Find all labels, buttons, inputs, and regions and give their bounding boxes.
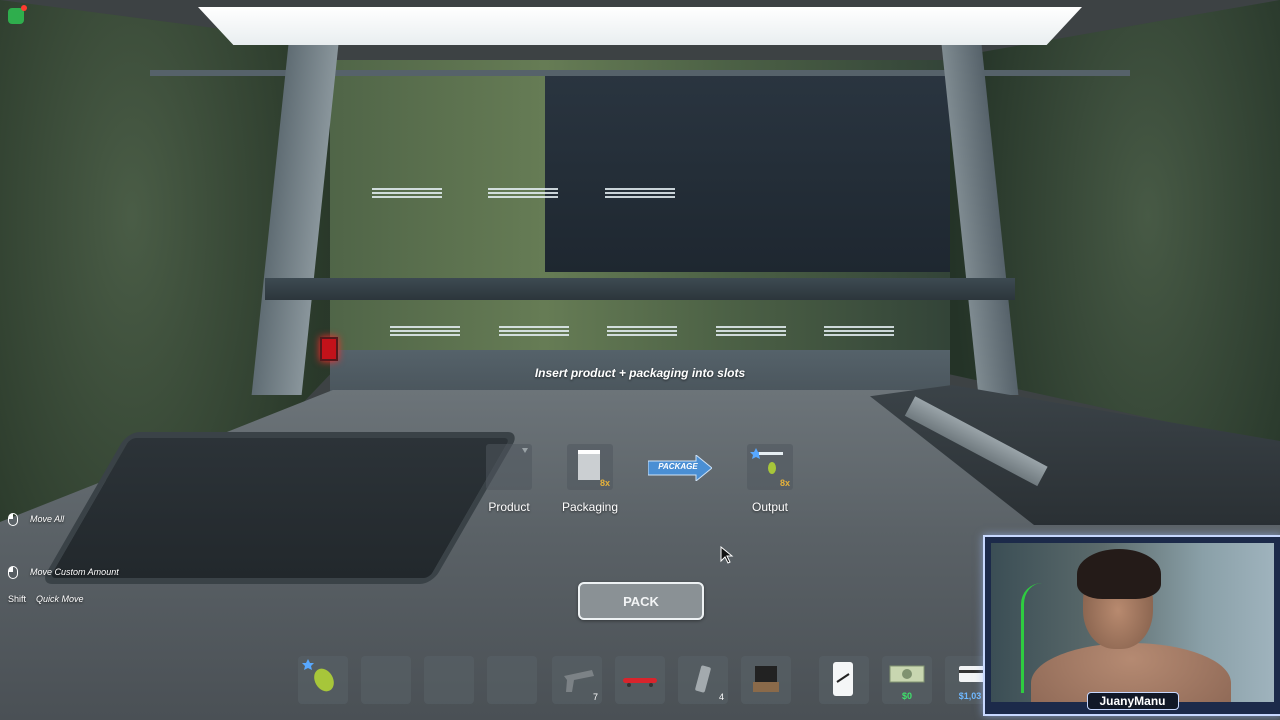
quick-move-hint: Shift Quick Move xyxy=(8,594,84,604)
shelf xyxy=(265,278,1015,300)
instruction-text: Insert product + packaging into slots xyxy=(534,366,746,380)
skateboard-icon xyxy=(623,678,657,687)
hotbar-slot-5[interactable]: 7 xyxy=(552,656,602,704)
hotbar-slot-3[interactable] xyxy=(424,656,474,704)
box-icon xyxy=(753,666,779,692)
webcam-overlay: JuanyManu xyxy=(983,535,1280,716)
hotbar-slot-4[interactable] xyxy=(487,656,537,704)
move-custom-hint: Move Custom Amount xyxy=(8,566,119,579)
product-label: Product xyxy=(488,500,530,514)
mouse-cursor-icon xyxy=(720,546,734,564)
product-slot[interactable] xyxy=(486,444,532,490)
packaging-label: Packaging xyxy=(561,500,619,514)
hotbar-slot-7[interactable]: 4 xyxy=(678,656,728,704)
shelf-packaging-item xyxy=(605,188,675,198)
hotbar-qty: 7 xyxy=(592,692,598,702)
output-label: Output xyxy=(751,500,789,514)
dark-window xyxy=(545,72,985,272)
hotbar-slot-6[interactable] xyxy=(615,656,665,704)
move-custom-label: Move Custom Amount xyxy=(30,566,119,577)
counter-packaging-item xyxy=(390,326,460,336)
webcam-feed xyxy=(991,543,1274,702)
hotbar-slot-2[interactable] xyxy=(361,656,411,704)
hotbar-slot-8[interactable] xyxy=(741,656,791,704)
right-click-icon xyxy=(8,566,18,579)
move-all-label: Move All xyxy=(30,513,65,524)
red-indicator-light xyxy=(320,337,338,361)
slot-corner-icon xyxy=(522,448,528,453)
streamer-name: JuanyManu xyxy=(1086,692,1179,710)
packaging-slot[interactable]: 8x xyxy=(567,444,613,490)
streamer-hair xyxy=(1077,549,1161,599)
counter-packaging-item xyxy=(607,326,677,336)
package-arrow-label: PACKAGE xyxy=(658,462,698,471)
output-count: 8x xyxy=(779,478,790,488)
packaging-count: 8x xyxy=(599,478,610,488)
hotbar-slot-1[interactable] xyxy=(298,656,348,704)
product-bag-icon xyxy=(302,659,334,692)
move-all-hint: Move All xyxy=(8,513,64,526)
counter-packaging-item xyxy=(499,326,569,336)
quick-move-label: Quick Move xyxy=(36,594,84,604)
hotbar-qty: 4 xyxy=(718,692,724,702)
hotbar-slot-9[interactable] xyxy=(819,656,869,704)
ceiling-light xyxy=(198,7,1082,45)
shelf-packaging-item xyxy=(372,188,442,198)
message-notification-icon[interactable] xyxy=(8,5,27,24)
cash-amount: $0 xyxy=(901,691,912,701)
hotbar-slot-10[interactable]: $0 xyxy=(882,656,932,704)
left-click-icon xyxy=(8,513,18,526)
phone-icon xyxy=(833,662,853,696)
shelf-packaging-item xyxy=(488,188,558,198)
counter-packaging-item xyxy=(824,326,894,336)
output-slot[interactable]: 8x xyxy=(747,444,793,490)
counter-packaging-item xyxy=(716,326,786,336)
pack-button[interactable]: PACK xyxy=(578,582,704,620)
shift-key: Shift xyxy=(8,594,27,604)
